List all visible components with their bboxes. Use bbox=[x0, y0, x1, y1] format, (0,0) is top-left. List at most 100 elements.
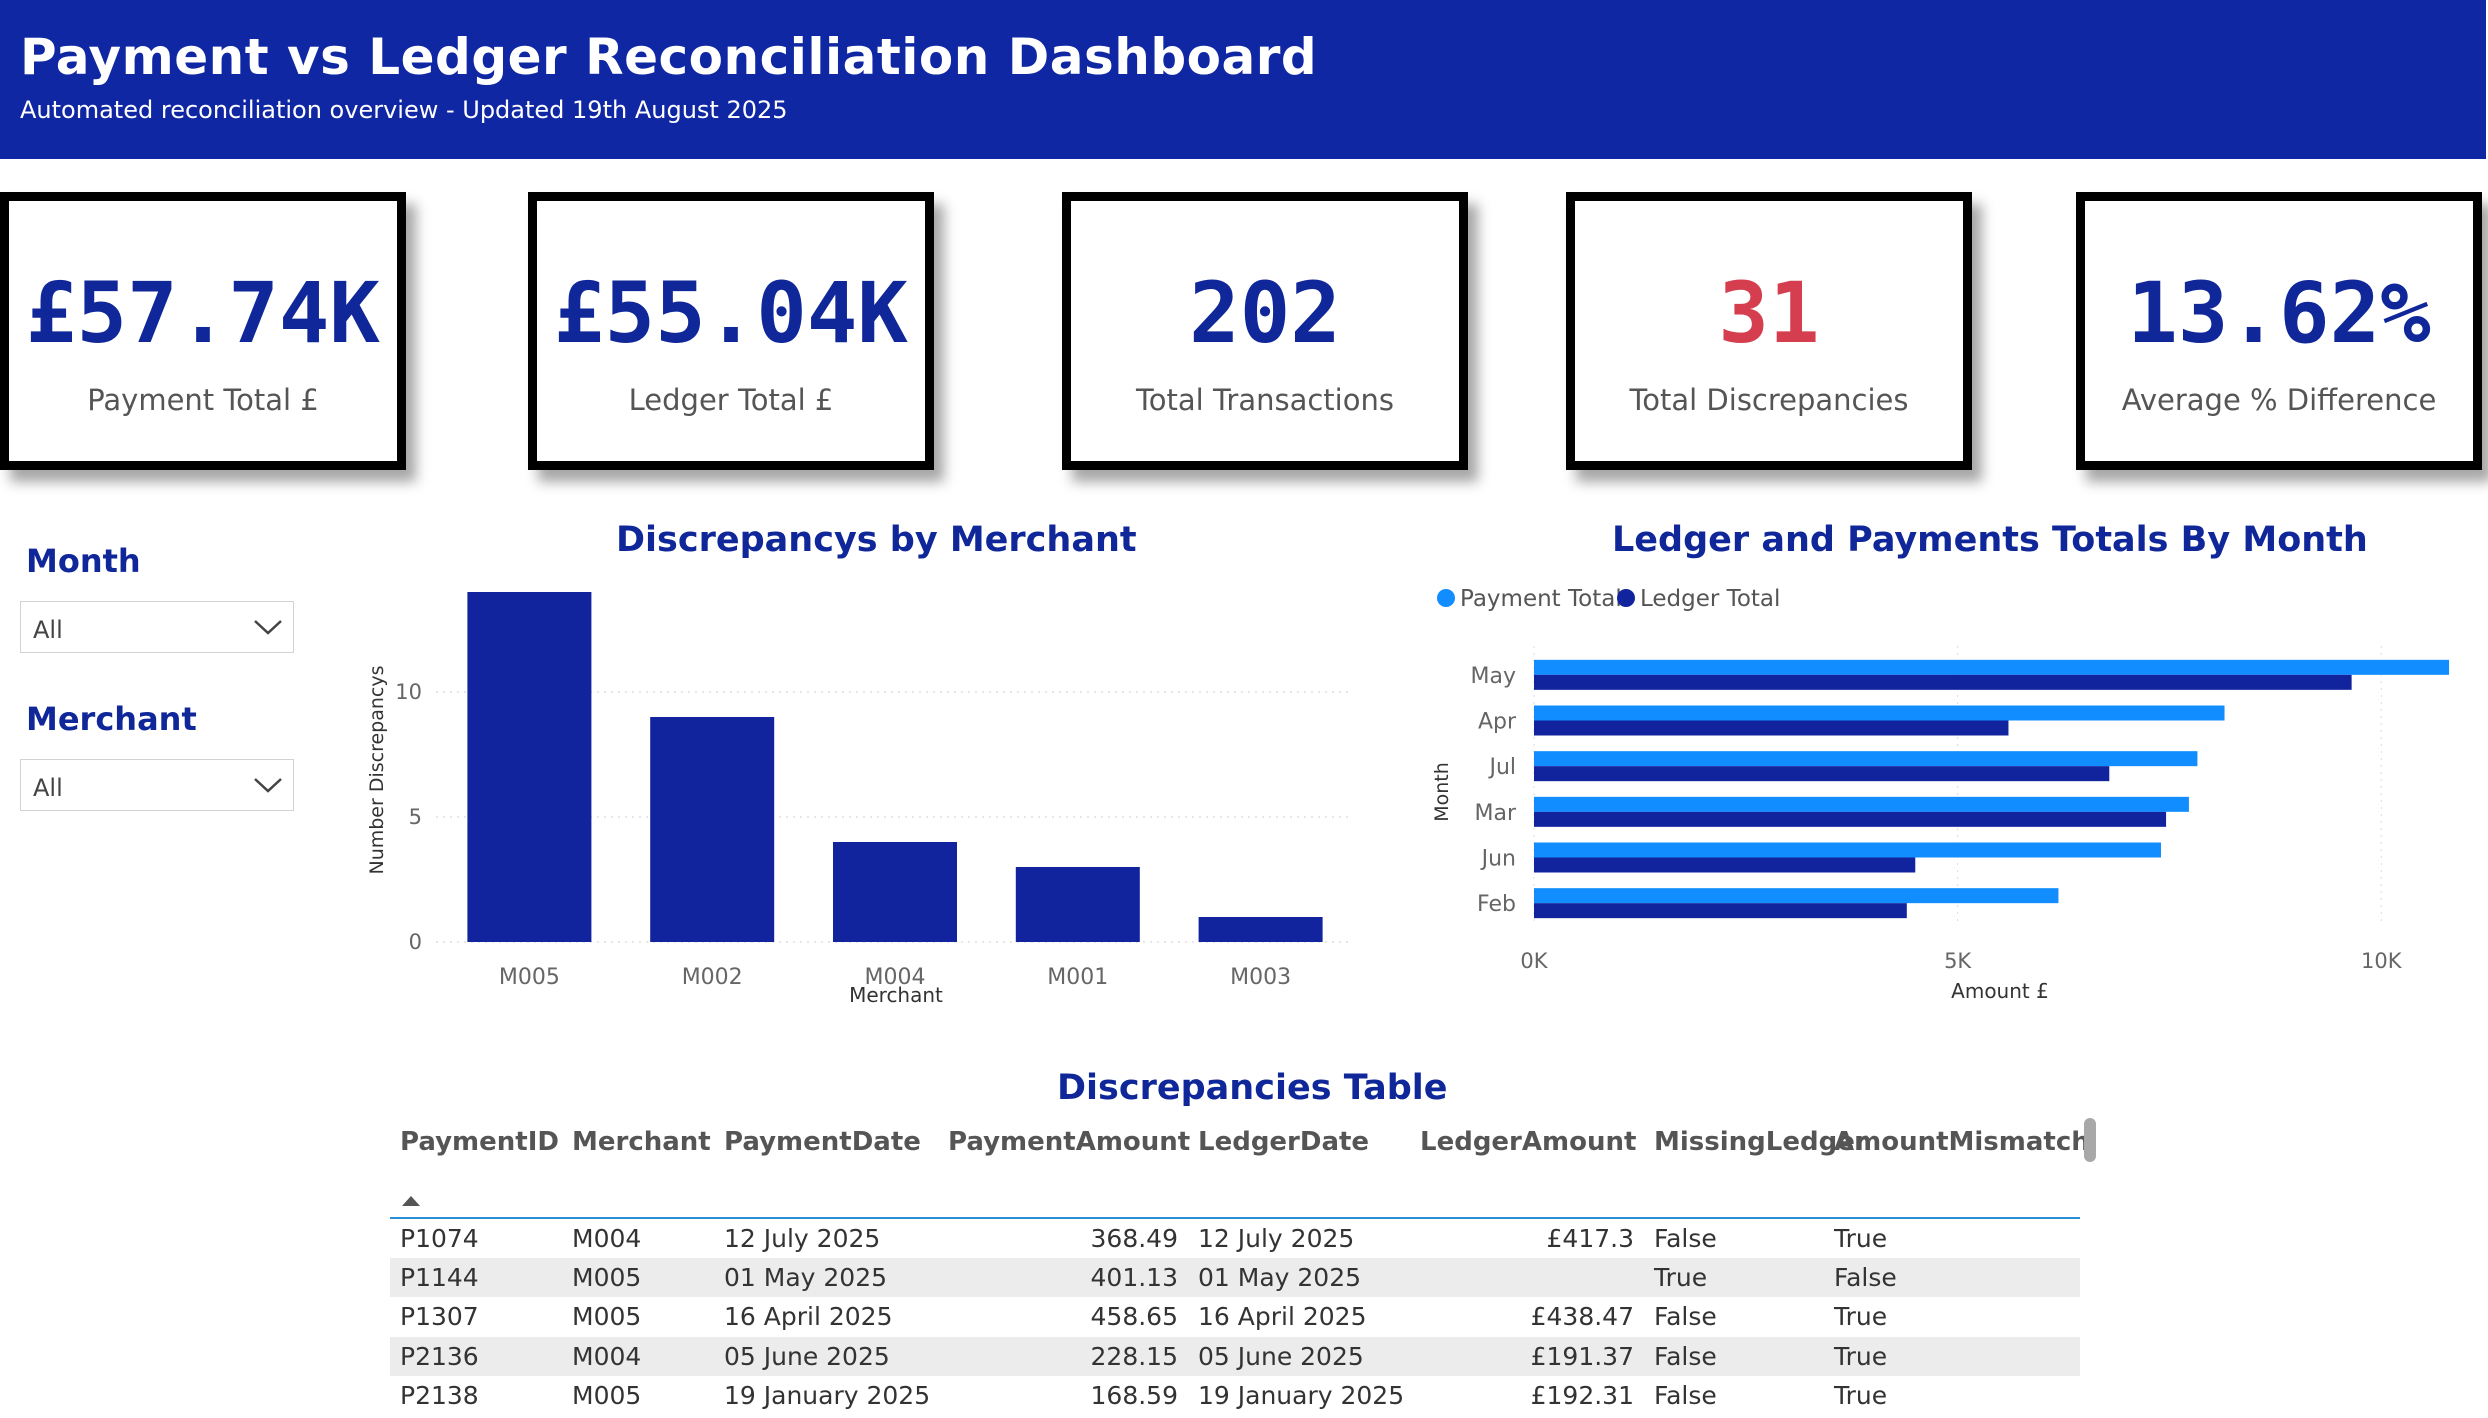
table-cell: £191.37 bbox=[1530, 1341, 1634, 1371]
column-header-amountmismatch[interactable]: AmountMismatch bbox=[1824, 1112, 2090, 1218]
x-tick-label: 0K bbox=[1520, 949, 1548, 973]
table-cell bbox=[1410, 1258, 1644, 1298]
kpi-card-ledger-total: £55.04K Ledger Total £ bbox=[528, 192, 934, 470]
table-cell: M004 bbox=[572, 1341, 642, 1371]
merchant-dropdown-value: All bbox=[33, 774, 63, 802]
table-cell: False bbox=[1654, 1381, 1717, 1411]
y-axis-title: Number Discrepancys bbox=[366, 665, 388, 874]
table-cell: £192.31 bbox=[1530, 1381, 1634, 1411]
bar-m001[interactable] bbox=[1015, 867, 1140, 942]
x-tick-label: M004 bbox=[865, 965, 926, 990]
kpi-label: Total Transactions bbox=[1136, 383, 1394, 417]
table-row[interactable]: P1074 M004 12 July 2025 368.49 12 July 2025 £… bbox=[390, 1218, 2080, 1258]
y-tick-label: 5 bbox=[409, 805, 422, 829]
legend-label-ledger: Ledger Total bbox=[1640, 586, 1780, 612]
table-cell: 05 June 2025 bbox=[724, 1341, 890, 1371]
table-cell: 168.59 bbox=[1090, 1381, 1178, 1411]
table-cell: True bbox=[1834, 1223, 1888, 1253]
bar-m002[interactable] bbox=[650, 717, 775, 942]
kpi-label: Ledger Total £ bbox=[628, 383, 834, 417]
table-cell: M005 bbox=[572, 1302, 642, 1332]
y-tick-label: 0 bbox=[409, 930, 422, 954]
table-cell: 16 April 2025 bbox=[724, 1302, 893, 1332]
table-cell: 228.15 bbox=[1090, 1341, 1178, 1371]
column-header-missingledger[interactable]: MissingLedger bbox=[1644, 1112, 1868, 1218]
month-dropdown-value: All bbox=[33, 616, 63, 644]
page-title: Payment vs Ledger Reconciliation Dashboa… bbox=[20, 28, 1318, 86]
table-scrollbar[interactable] bbox=[2084, 1118, 2096, 1162]
legend-label-payment: Payment Total bbox=[1460, 586, 1622, 612]
column-header-merchant[interactable]: Merchant bbox=[562, 1112, 714, 1218]
discrepancies-table: PaymentID Merchant PaymentDate PaymentAm… bbox=[390, 1112, 2090, 1416]
kpi-label: Payment Total £ bbox=[87, 383, 319, 417]
column-header-ledgerdate[interactable]: LedgerDate bbox=[1188, 1112, 1410, 1218]
bar-apr-payment[interactable] bbox=[1534, 705, 2225, 721]
column-header-paymentamount[interactable]: PaymentAmount bbox=[938, 1112, 1190, 1218]
bar-m003[interactable] bbox=[1198, 917, 1323, 942]
x-tick-label: M002 bbox=[682, 965, 743, 990]
table-row[interactable]: P2138 M005 19 January 2025 168.59 19 January… bbox=[390, 1376, 2080, 1416]
bar-may-ledger[interactable] bbox=[1534, 674, 2352, 690]
bar-feb-payment[interactable] bbox=[1534, 888, 2059, 904]
kpi-value: £55.04K bbox=[553, 264, 908, 362]
merchant-slicer-title: Merchant bbox=[26, 700, 197, 738]
table-cell: False bbox=[1834, 1262, 1897, 1292]
table-row[interactable]: P2136 M004 05 June 2025 228.15 05 June 2025 £… bbox=[390, 1336, 2080, 1376]
x-tick-label: M003 bbox=[1230, 965, 1291, 990]
table-cell: True bbox=[1834, 1341, 1888, 1371]
month-dropdown[interactable]: All bbox=[20, 601, 294, 653]
merchant-bar-chart: Number Discrepancys Merchant 0510M005 M00… bbox=[366, 592, 1350, 1007]
page-subtitle: Automated reconciliation overview - Upda… bbox=[20, 96, 788, 124]
y-tick-label: Jun bbox=[1480, 847, 1516, 872]
y-tick-label: Apr bbox=[1478, 710, 1517, 735]
table-cell: M005 bbox=[572, 1381, 642, 1411]
kpi-value: 31 bbox=[1718, 264, 1820, 362]
table-cell: P1144 bbox=[400, 1262, 479, 1292]
bar-m005[interactable] bbox=[467, 592, 592, 942]
kpi-value: £57.74K bbox=[25, 264, 380, 362]
table-cell: 19 January 2025 bbox=[724, 1381, 931, 1411]
bar-may-payment[interactable] bbox=[1534, 659, 2450, 675]
table-cell: 401.13 bbox=[1090, 1262, 1178, 1292]
kpi-card-payment-total: £57.74K Payment Total £ bbox=[0, 192, 406, 470]
sort-ascending-icon[interactable] bbox=[402, 1196, 420, 1206]
table-cell: False bbox=[1654, 1341, 1717, 1371]
month-chart-title: Ledger and Payments Totals By Month bbox=[1612, 520, 2368, 560]
dashboard-header: Payment vs Ledger Reconciliation Dashboa… bbox=[0, 0, 2486, 159]
merchant-dropdown[interactable]: All bbox=[20, 759, 294, 811]
table-cell: True bbox=[1834, 1381, 1888, 1411]
column-header-ledgeramount[interactable]: LedgerAmount bbox=[1410, 1112, 1644, 1218]
kpi-value: 202 bbox=[1189, 264, 1341, 362]
table-row[interactable]: P1307 M005 16 April 2025 458.65 16 April 202… bbox=[390, 1297, 2080, 1337]
legend-marker-ledger bbox=[1617, 589, 1635, 607]
bar-apr-ledger[interactable] bbox=[1534, 720, 2009, 736]
x-tick-label: M005 bbox=[499, 965, 560, 990]
table-cell: 368.49 bbox=[1090, 1223, 1178, 1253]
table-row[interactable]: P1144 M005 01 May 2025 401.13 01 May 2025 Tru… bbox=[390, 1257, 2080, 1298]
bar-mar-ledger[interactable] bbox=[1534, 811, 2167, 827]
table-cell: 458.65 bbox=[1090, 1302, 1178, 1332]
bar-feb-ledger[interactable] bbox=[1534, 903, 1907, 919]
legend-marker-payment bbox=[1437, 589, 1455, 607]
kpi-card-average-difference: 13.62% Average % Difference bbox=[2076, 192, 2482, 470]
bar-jun-payment[interactable] bbox=[1534, 842, 2161, 858]
table-cell: P1074 bbox=[400, 1223, 479, 1253]
bar-jul-ledger[interactable] bbox=[1534, 766, 2110, 782]
merchant-chart-title: Discrepancys by Merchant bbox=[616, 520, 1137, 560]
bar-mar-payment[interactable] bbox=[1534, 796, 2189, 812]
bar-jul-payment[interactable] bbox=[1534, 751, 2198, 767]
table-title: Discrepancies Table bbox=[1057, 1068, 1448, 1108]
table-cell: £438.47 bbox=[1530, 1302, 1634, 1332]
x-axis-title: Amount £ bbox=[1951, 979, 2049, 1003]
bar-m004[interactable] bbox=[833, 842, 957, 942]
kpi-label: Average % Difference bbox=[2121, 383, 2437, 417]
bar-jun-ledger[interactable] bbox=[1534, 857, 1916, 873]
column-header-paymentdate[interactable]: PaymentDate bbox=[714, 1112, 938, 1218]
table-cell: P1307 bbox=[400, 1302, 479, 1332]
table-cell: £417.3 bbox=[1546, 1223, 1634, 1253]
table-header-row: PaymentID Merchant PaymentDate PaymentAm… bbox=[390, 1112, 2090, 1218]
table-cell: False bbox=[1654, 1302, 1717, 1332]
x-tick-label: 5K bbox=[1944, 949, 1972, 973]
table-cell: 12 July 2025 bbox=[724, 1223, 881, 1253]
y-tick-label: May bbox=[1471, 664, 1516, 689]
